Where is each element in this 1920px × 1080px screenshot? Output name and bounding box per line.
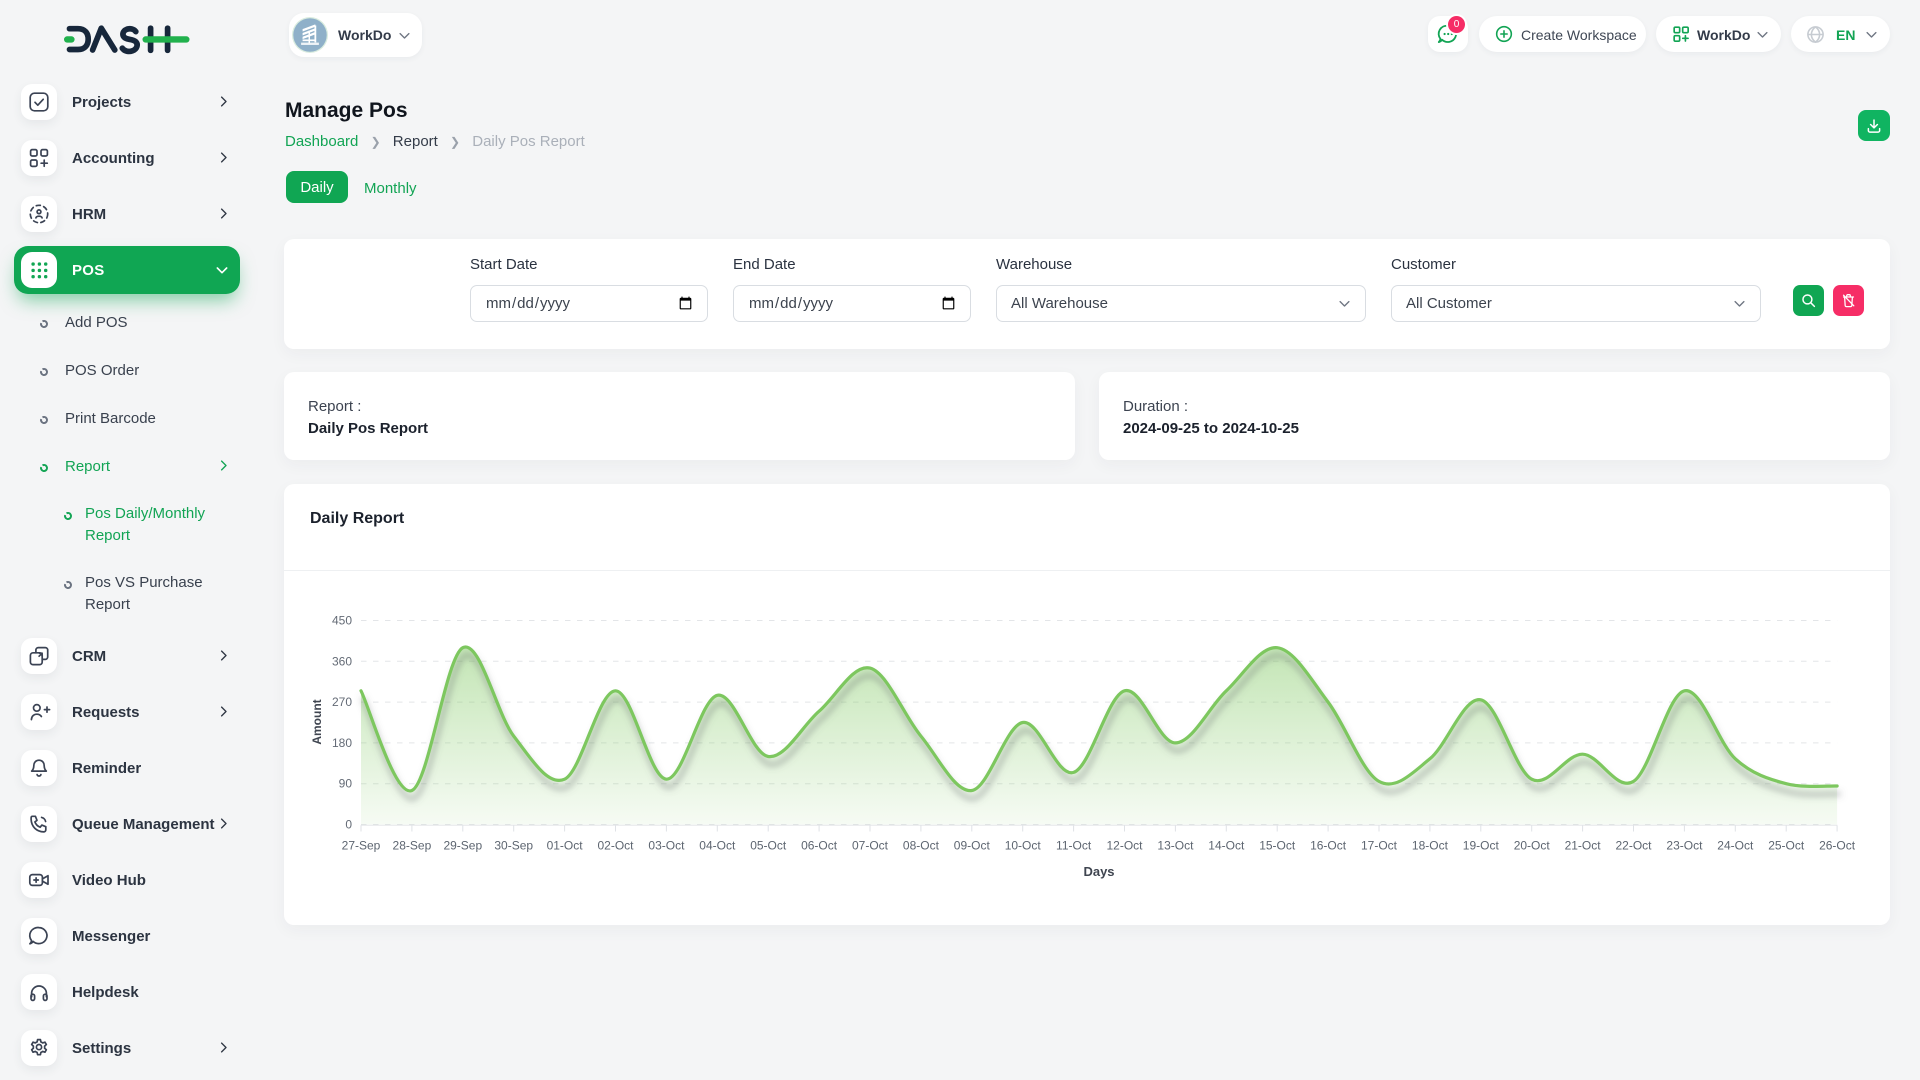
svg-text:25-Oct: 25-Oct — [1768, 839, 1805, 853]
svg-text:18-Oct: 18-Oct — [1412, 839, 1449, 853]
svg-text:450: 450 — [332, 614, 352, 628]
svg-text:04-Oct: 04-Oct — [699, 839, 736, 853]
svg-text:26-Oct: 26-Oct — [1819, 839, 1856, 853]
svg-text:06-Oct: 06-Oct — [801, 839, 838, 853]
svg-text:15-Oct: 15-Oct — [1259, 839, 1296, 853]
svg-text:08-Oct: 08-Oct — [903, 839, 940, 853]
svg-text:28-Sep: 28-Sep — [393, 839, 432, 853]
svg-text:13-Oct: 13-Oct — [1157, 839, 1194, 853]
svg-text:09-Oct: 09-Oct — [954, 839, 991, 853]
svg-text:22-Oct: 22-Oct — [1615, 839, 1652, 853]
svg-text:02-Oct: 02-Oct — [597, 839, 634, 853]
svg-text:03-Oct: 03-Oct — [648, 839, 685, 853]
svg-text:23-Oct: 23-Oct — [1666, 839, 1703, 853]
svg-text:Amount: Amount — [310, 699, 324, 744]
svg-text:90: 90 — [339, 777, 353, 791]
svg-text:270: 270 — [332, 695, 352, 709]
svg-text:0: 0 — [345, 818, 352, 832]
svg-text:16-Oct: 16-Oct — [1310, 839, 1347, 853]
svg-text:20-Oct: 20-Oct — [1514, 839, 1551, 853]
svg-text:24-Oct: 24-Oct — [1717, 839, 1754, 853]
svg-text:27-Sep: 27-Sep — [342, 839, 381, 853]
svg-text:19-Oct: 19-Oct — [1463, 839, 1500, 853]
svg-text:30-Sep: 30-Sep — [494, 839, 533, 853]
svg-text:21-Oct: 21-Oct — [1565, 839, 1602, 853]
svg-text:29-Sep: 29-Sep — [443, 839, 482, 853]
svg-text:17-Oct: 17-Oct — [1361, 839, 1398, 853]
svg-text:360: 360 — [332, 654, 352, 668]
svg-text:05-Oct: 05-Oct — [750, 839, 787, 853]
svg-text:07-Oct: 07-Oct — [852, 839, 889, 853]
svg-text:01-Oct: 01-Oct — [547, 839, 584, 853]
svg-text:Days: Days — [1083, 864, 1114, 879]
svg-text:10-Oct: 10-Oct — [1005, 839, 1042, 853]
svg-text:180: 180 — [332, 736, 352, 750]
svg-text:12-Oct: 12-Oct — [1106, 839, 1143, 853]
svg-text:11-Oct: 11-Oct — [1056, 839, 1092, 853]
svg-text:14-Oct: 14-Oct — [1208, 839, 1245, 853]
